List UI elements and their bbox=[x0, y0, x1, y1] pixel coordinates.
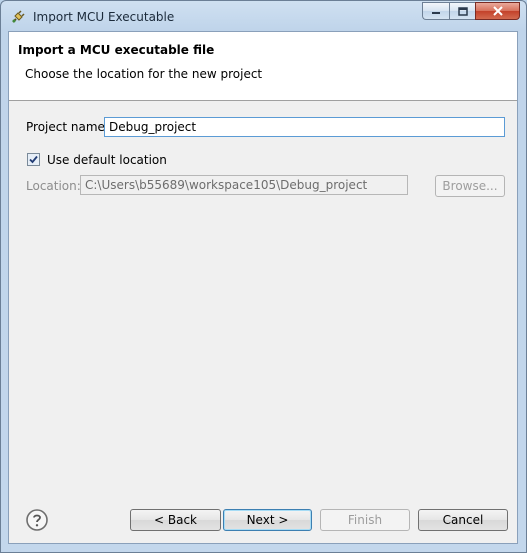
window-title: Import MCU Executable bbox=[33, 10, 175, 24]
wizard-header: Import a MCU executable file Choose the … bbox=[9, 32, 517, 101]
minimize-icon bbox=[432, 12, 440, 14]
project-name-input[interactable] bbox=[104, 117, 505, 137]
cancel-button[interactable]: Cancel bbox=[418, 509, 508, 531]
plugin-plug-icon bbox=[12, 10, 25, 23]
next-button[interactable]: Next > bbox=[223, 509, 312, 531]
wizard-header-description: Choose the location for the new project bbox=[25, 67, 263, 81]
minimize-button[interactable] bbox=[422, 2, 449, 20]
maximize-icon bbox=[457, 6, 468, 16]
help-question-icon[interactable] bbox=[25, 508, 49, 532]
use-default-location-label[interactable]: Use default location bbox=[47, 153, 167, 167]
location-input[interactable] bbox=[80, 175, 408, 195]
title-bar[interactable]: Import MCU Executable bbox=[1, 1, 526, 31]
finish-button[interactable]: Finish bbox=[320, 509, 410, 531]
close-icon bbox=[492, 6, 503, 16]
window-controls bbox=[422, 2, 520, 20]
back-button[interactable]: < Back bbox=[130, 509, 221, 531]
project-name-label: Project name: bbox=[26, 120, 109, 134]
import-mcu-window: Import MCU Executable Import a MCU execu… bbox=[0, 0, 527, 553]
wizard-client-area: Import a MCU executable file Choose the … bbox=[8, 31, 518, 544]
checkmark-icon bbox=[29, 155, 38, 164]
maximize-button[interactable] bbox=[449, 2, 475, 20]
wizard-header-title: Import a MCU executable file bbox=[18, 43, 215, 57]
location-label: Location: bbox=[26, 179, 81, 193]
close-button[interactable] bbox=[475, 2, 520, 20]
use-default-location-checkbox[interactable] bbox=[27, 153, 40, 166]
browse-button[interactable]: Browse... bbox=[435, 175, 505, 197]
